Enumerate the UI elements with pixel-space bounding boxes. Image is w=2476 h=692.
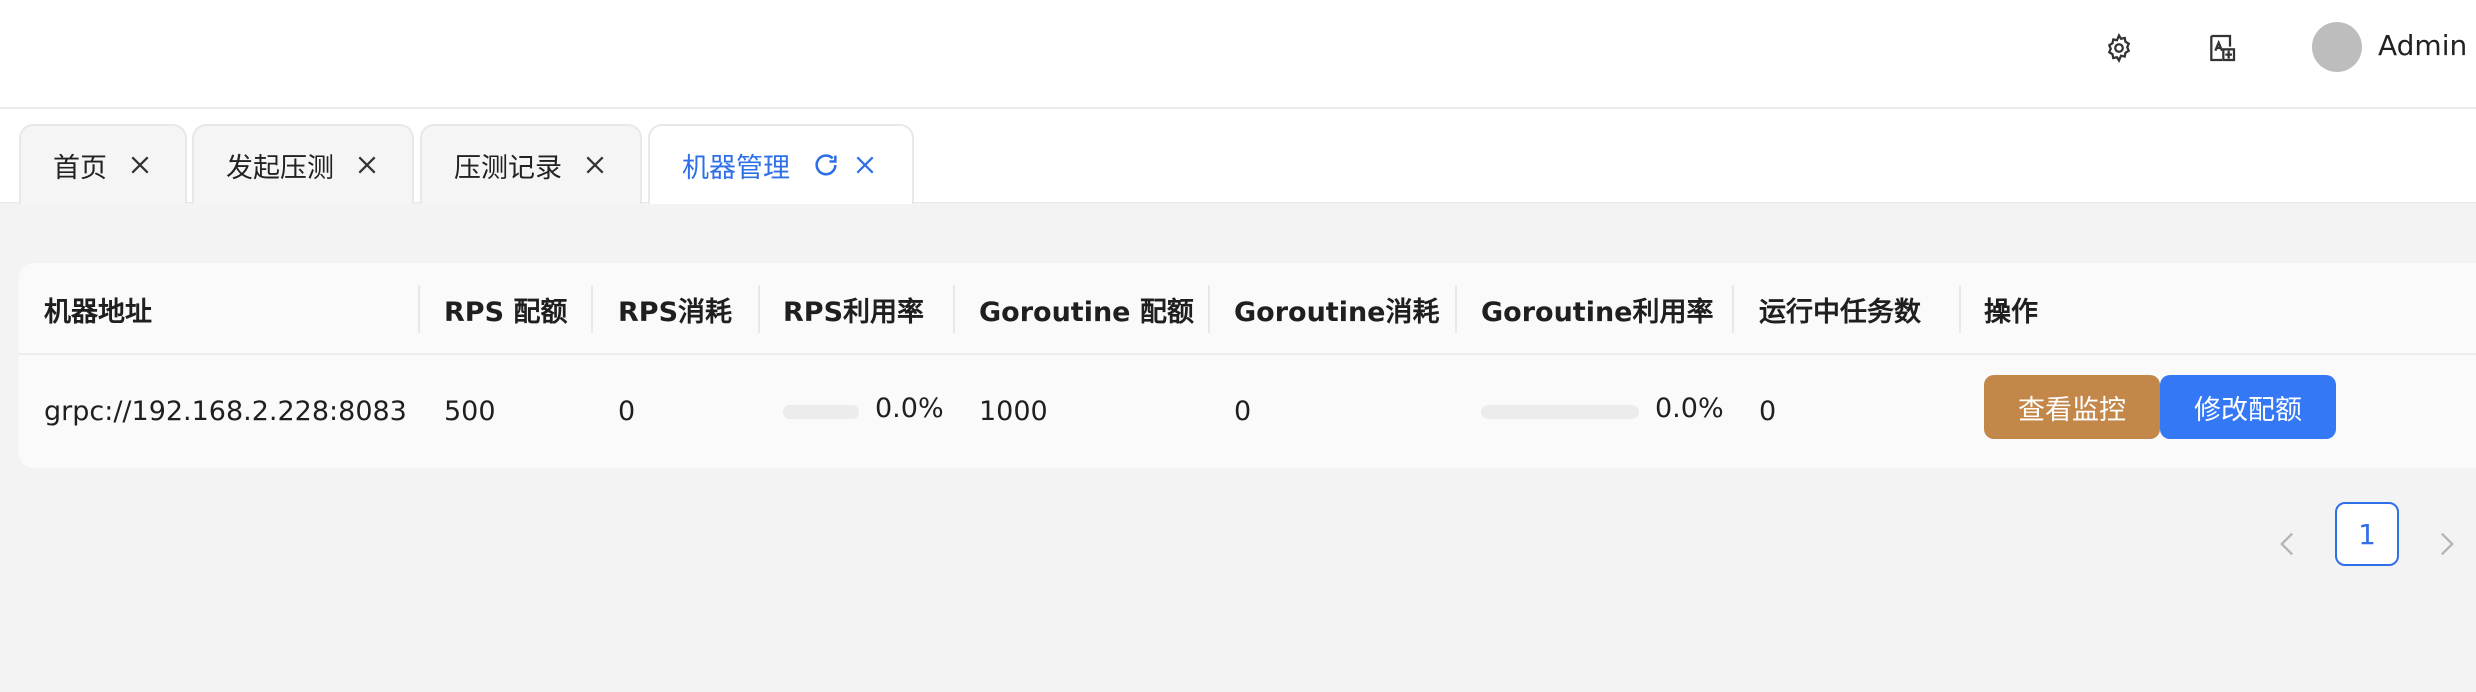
column-header-rps-used: RPS消耗	[618, 296, 733, 328]
top-header: Admin	[0, 0, 2476, 109]
column-header-actions: 操作	[1984, 296, 2038, 328]
pagination-next-button[interactable]	[2427, 520, 2467, 568]
rps-util-progress-bar	[783, 404, 859, 419]
table-header: 机器地址 RPS 配额 RPS消耗 RPS利用率 Goroutine 配额 Go…	[19, 263, 2476, 355]
goroutine-util-progress-bar	[1481, 404, 1639, 419]
gear-icon[interactable]	[2099, 28, 2139, 68]
column-divider	[418, 285, 420, 333]
goroutine-util-text: 0.0%	[1655, 393, 1724, 424]
cell-rps-quota: 500	[444, 396, 496, 427]
cell-rps-util: 0.0%	[783, 355, 944, 468]
user-name[interactable]: Admin	[2378, 29, 2467, 62]
column-header-running-tasks: 运行中任务数	[1759, 296, 1921, 328]
cell-address: grpc://192.168.2.228:8083	[44, 396, 407, 427]
tab-label: 压测记录	[454, 152, 562, 184]
column-header-goroutine-quota: Goroutine 配额	[979, 296, 1194, 328]
close-icon[interactable]	[129, 154, 151, 176]
edit-quota-button[interactable]: 修改配额	[2160, 375, 2336, 439]
cell-rps-used: 0	[618, 396, 636, 427]
column-header-goroutine-used: Goroutine消耗	[1234, 296, 1440, 328]
column-divider	[1455, 285, 1457, 333]
avatar[interactable]	[2312, 22, 2362, 72]
tab-home[interactable]: 首页	[19, 124, 187, 204]
column-header-rps-util: RPS利用率	[783, 296, 925, 328]
column-divider	[591, 285, 593, 333]
column-header-goroutine-util: Goroutine利用率	[1481, 296, 1714, 328]
tab-test-records[interactable]: 压测记录	[420, 124, 642, 204]
cell-goroutine-used: 0	[1234, 396, 1252, 427]
cell-goroutine-util: 0.0%	[1481, 355, 1724, 468]
close-icon[interactable]	[584, 154, 606, 176]
tab-machine-management[interactable]: 机器管理	[648, 124, 914, 204]
column-divider	[1208, 285, 1210, 333]
pagination-prev-button[interactable]	[2267, 520, 2307, 568]
machine-table: 机器地址 RPS 配额 RPS消耗 RPS利用率 Goroutine 配额 Go…	[19, 263, 2476, 468]
column-divider	[1959, 285, 1961, 333]
close-icon[interactable]	[854, 154, 876, 176]
tab-label: 机器管理	[682, 152, 790, 184]
tab-label: 首页	[53, 152, 107, 184]
cell-running-tasks: 0	[1759, 396, 1777, 427]
pagination-page-1[interactable]: 1	[2335, 502, 2399, 566]
column-divider	[758, 285, 760, 333]
refresh-icon[interactable]	[812, 151, 840, 179]
translate-icon[interactable]	[2202, 28, 2242, 68]
table-row: grpc://192.168.2.228:8083 500 0 0.0% 100…	[19, 355, 2476, 468]
close-icon[interactable]	[356, 154, 378, 176]
view-monitor-button[interactable]: 查看监控	[1984, 375, 2160, 439]
column-header-address: 机器地址	[44, 296, 152, 328]
tab-label: 发起压测	[226, 152, 334, 184]
tab-start-test[interactable]: 发起压测	[192, 124, 414, 204]
rps-util-text: 0.0%	[875, 393, 944, 424]
column-header-rps-quota: RPS 配额	[444, 296, 568, 328]
column-divider	[1732, 285, 1734, 333]
column-divider	[953, 285, 955, 333]
cell-goroutine-quota: 1000	[979, 396, 1048, 427]
tab-bar: 首页 发起压测 压测记录 机器管理	[0, 109, 2476, 204]
